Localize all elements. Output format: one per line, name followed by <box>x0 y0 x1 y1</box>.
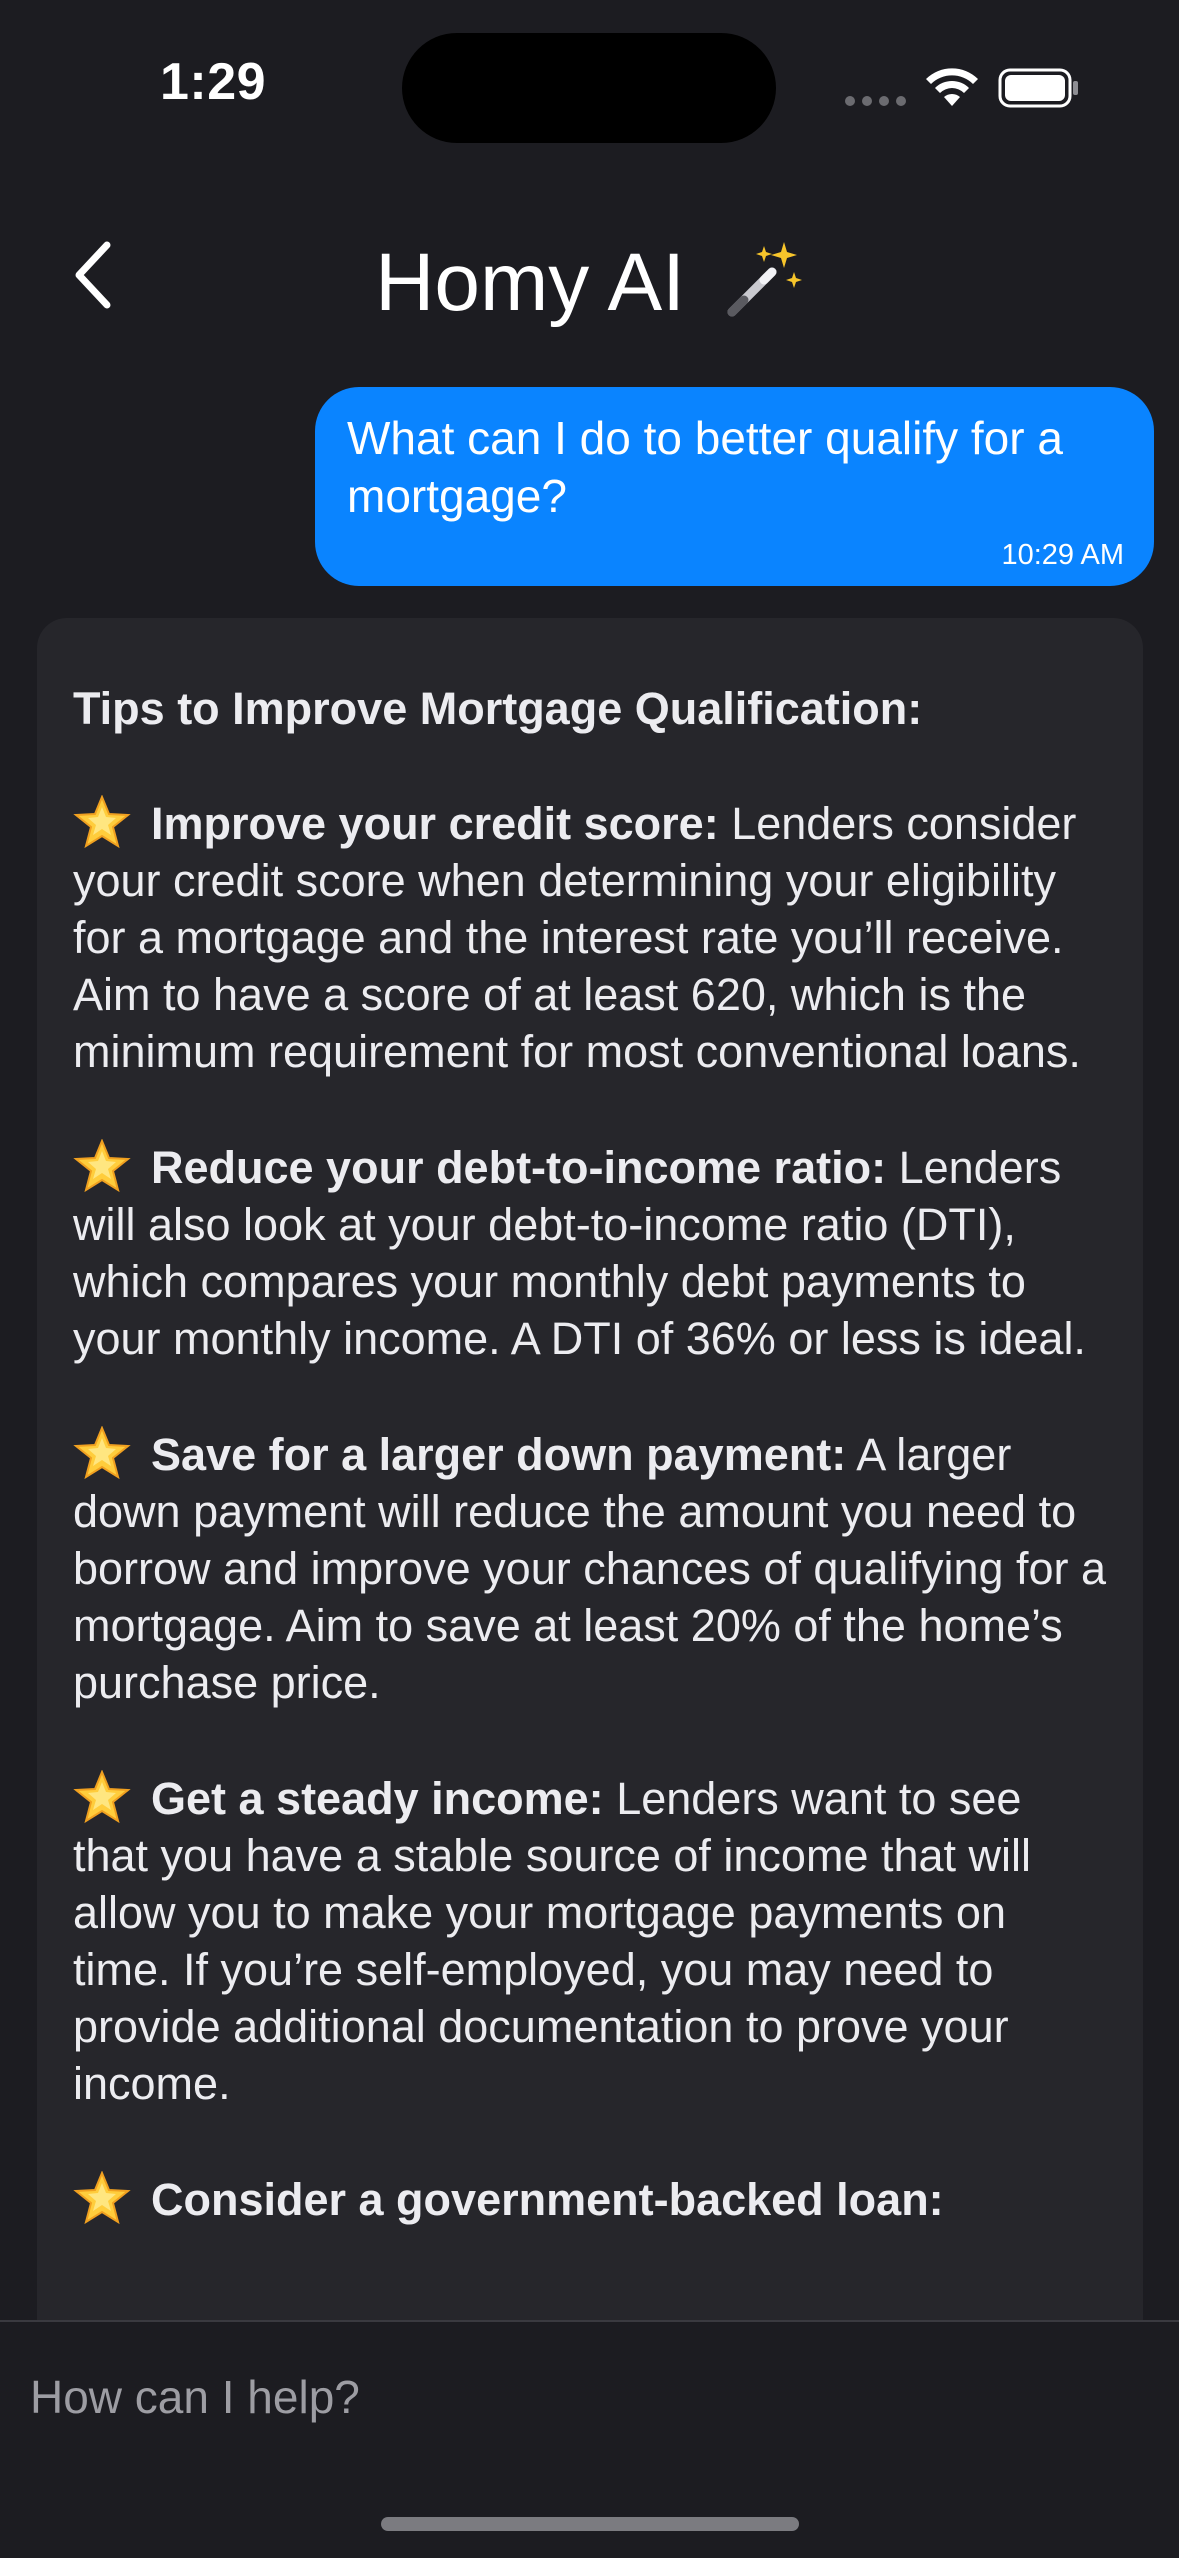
tip-title: Reduce your debt-to-income ratio: <box>151 1142 887 1193</box>
home-indicator[interactable] <box>381 2517 799 2531</box>
assistant-message-heading: Tips to Improve Mortgage Qualification: <box>73 683 923 734</box>
tip-item: Improve your credit score: Lenders consi… <box>73 795 1107 1080</box>
status-time: 1:29 <box>160 53 267 111</box>
nav-header: Homy AI <box>0 210 1179 340</box>
user-message-bubble: What can I do to better qualify for a mo… <box>315 387 1154 586</box>
user-message-text: What can I do to better qualify for a mo… <box>347 412 1063 522</box>
tip-item: Reduce your debt-to-income ratio: Lender… <box>73 1139 1107 1367</box>
cellular-signal-icon <box>845 96 906 106</box>
assistant-message-card: Tips to Improve Mortgage Qualification: … <box>37 618 1143 2358</box>
user-message-timestamp: 10:29 AM <box>1001 539 1124 571</box>
battery-icon <box>998 68 1078 108</box>
tip-title: Consider a government-backed loan: <box>151 2174 944 2225</box>
star-icon <box>73 2171 131 2225</box>
star-icon <box>73 1426 131 1480</box>
tip-item: Save for a larger down payment: A larger… <box>73 1426 1107 1711</box>
page-title: Homy AI <box>375 237 686 329</box>
star-icon <box>73 1139 131 1193</box>
star-icon <box>73 1770 131 1824</box>
message-input[interactable] <box>30 2352 1140 2442</box>
tip-title: Save for a larger down payment: <box>151 1429 847 1480</box>
dynamic-island <box>402 33 776 143</box>
star-icon <box>73 795 131 849</box>
wifi-icon <box>926 68 978 106</box>
tip-item: Get a steady income: Lenders want to see… <box>73 1770 1107 2112</box>
page-title-wrap: Homy AI <box>0 228 1179 333</box>
tip-title: Get a steady income: <box>151 1773 604 1824</box>
tip-item: Consider a government-backed loan: <box>73 2171 1107 2228</box>
status-bar: 1:29 <box>0 0 1179 170</box>
magic-wand-icon <box>727 242 802 317</box>
composer-bar <box>0 2320 1179 2558</box>
tip-title: Improve your credit score: <box>151 798 719 849</box>
